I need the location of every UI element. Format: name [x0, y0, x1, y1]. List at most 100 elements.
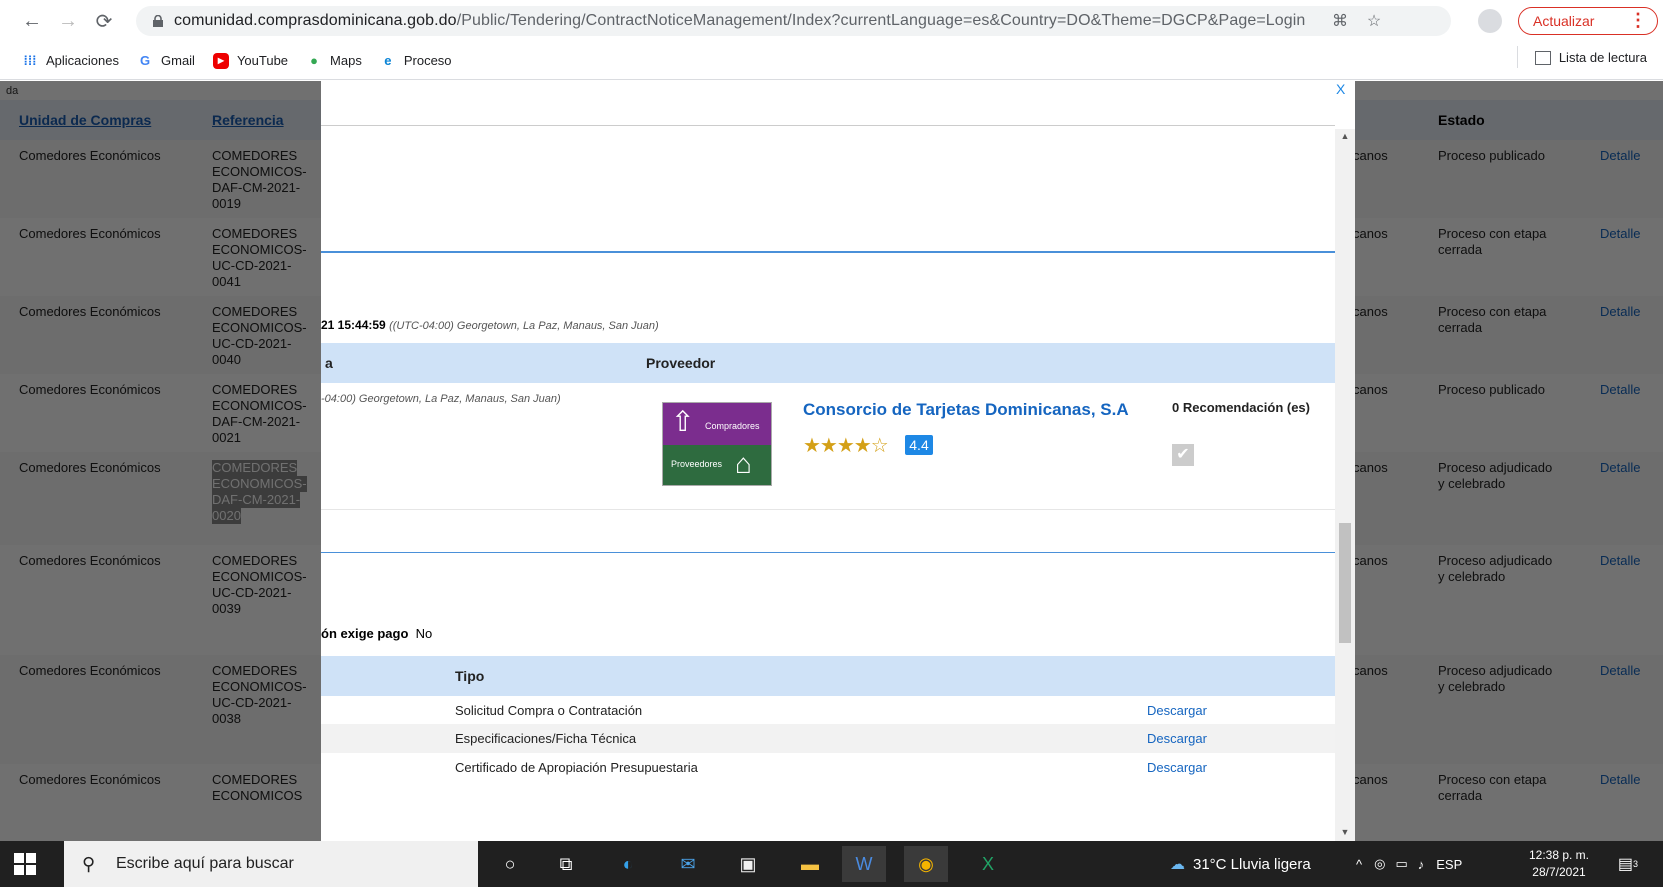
recommendations-count: 0 Recomendación (es) [1172, 400, 1310, 415]
estado-cell: Proceso con etapa cerrada [1438, 304, 1547, 335]
address-bar[interactable]: comunidad.comprasdominicana.gob.do/Publi… [136, 6, 1451, 36]
estado-cell: Proceso adjudicado y celebrado [1438, 460, 1553, 491]
unidad-cell: Comedores Económicos [19, 148, 161, 163]
supplier-band: a Proveedor [321, 343, 1335, 383]
cortana-icon[interactable]: ○ [488, 846, 532, 882]
meet-icon[interactable]: ◎ [1374, 856, 1385, 872]
google-icon: G [139, 53, 151, 68]
edge-icon[interactable]: ◐ [606, 846, 650, 882]
divider [321, 552, 1335, 553]
document-type: Solicitud Compra o Contratación [455, 703, 643, 718]
language-indicator[interactable]: ESP [1436, 857, 1462, 872]
windows-taskbar: ⚲ Escribe aquí para buscar ○ ⧉ ◐ ✉ ▣ ▬ W … [0, 841, 1663, 887]
cloud-icon: ☁ [1170, 856, 1185, 873]
back-icon[interactable]: ← [18, 7, 46, 35]
supplier-name-link[interactable]: Consorcio de Tarjetas Dominicanas, S.A [803, 400, 1129, 420]
unidad-cell: Comedores Económicos [19, 460, 161, 475]
bookmark-youtube[interactable]: ▶ YouTube [212, 52, 288, 69]
spacer [321, 509, 1335, 552]
volume-icon[interactable]: ♪ [1418, 857, 1425, 872]
weather-widget[interactable]: ☁ 31°C Lluvia ligera [1170, 841, 1311, 887]
url-text: comunidad.comprasdominicana.gob.do/Publi… [174, 12, 1306, 29]
partial-label: da [6, 85, 19, 97]
notifications-icon[interactable]: ▤ 3 [1606, 846, 1650, 882]
bookmark-apps[interactable]: ⁞⁞⁞ Aplicaciones [22, 53, 120, 69]
referencia-cell: COMEDORES ECONOMICOS- DAF-CM-2021- 0019 [212, 148, 307, 211]
taskbar-search-input[interactable]: ⚲ Escribe aquí para buscar [64, 841, 478, 887]
buyer-arrow-icon: ⇧ [671, 406, 695, 437]
detalle-link[interactable]: Detalle [1600, 148, 1640, 164]
chevron-up-icon[interactable]: ^ [1356, 857, 1362, 872]
edge-icon: e [384, 53, 392, 68]
divider [321, 251, 1335, 253]
browser-toolbar: ← → ⟳ comunidad.comprasdominicana.gob.do… [0, 0, 1663, 42]
store-icon[interactable]: ▣ [726, 846, 770, 882]
download-link[interactable]: Descargar [1147, 703, 1207, 718]
recommend-checkbox[interactable]: ✔ [1172, 444, 1194, 466]
referencia-cell: COMEDORES ECONOMICOS- DAF-CM-2021- 0021 [212, 382, 307, 445]
estado-cell: Proceso con etapa cerrada [1438, 772, 1547, 803]
bookmark-maps[interactable]: ● Maps [306, 53, 362, 69]
forward-icon[interactable]: → [54, 7, 82, 35]
word-icon[interactable]: W [842, 846, 886, 882]
unidad-cell: Comedores Económicos [19, 226, 161, 241]
bookmark-star-icon[interactable]: ☆ [1364, 11, 1384, 31]
scroll-down-icon[interactable]: ▼ [1340, 827, 1350, 837]
system-tray: ^ ◎ ▭ ♪ ESP [1356, 841, 1462, 887]
publication-date: 21 15:44:59 ((UTC-04:00) Georgetown, La … [321, 318, 659, 332]
estado-cell: Proceso con etapa cerrada [1438, 226, 1547, 257]
windows-start-icon[interactable] [14, 853, 36, 875]
download-link[interactable]: Descargar [1147, 760, 1207, 775]
mail-icon[interactable]: ✉ [666, 846, 710, 882]
document-row: Especificaciones/Ficha Técnica Descargar [321, 724, 1335, 753]
close-modal-button[interactable]: X [1336, 81, 1350, 97]
detalle-link[interactable]: Detalle [1600, 382, 1640, 398]
apps-grid-icon: ⁞⁞⁞ [23, 53, 37, 68]
tipo-header: Tipo [455, 668, 485, 684]
translate-icon[interactable]: ⌘ [1330, 11, 1350, 31]
scroll-up-icon[interactable]: ▲ [1340, 131, 1350, 141]
task-view-icon[interactable]: ⧉ [544, 846, 588, 882]
lock-icon [153, 15, 163, 27]
reading-list[interactable]: Lista de lectura [1516, 46, 1647, 68]
detalle-link[interactable]: Detalle [1600, 772, 1640, 788]
documents-header: Tipo [321, 656, 1335, 696]
detalle-link[interactable]: Detalle [1600, 226, 1640, 242]
referencia-cell: COMEDORES ECONOMICOS- UC-CD-2021- 0040 [212, 304, 307, 367]
referencia-cell: COMEDORES ECONOMICOS- DAF-CM-2021- 0020 [212, 460, 307, 524]
detalle-link[interactable]: Detalle [1600, 663, 1640, 679]
unidad-cell: Comedores Económicos [19, 553, 161, 568]
col-referencia[interactable]: Referencia [212, 112, 284, 128]
row-timezone: -04:00) Georgetown, La Paz, Manaus, San … [321, 393, 561, 405]
unidad-cell: Comedores Económicos [19, 772, 161, 787]
unidad-cell: Comedores Económicos [19, 382, 161, 397]
download-link[interactable]: Descargar [1147, 731, 1207, 746]
reading-list-icon [1534, 50, 1551, 65]
document-type: Certificado de Apropiación Presupuestari… [455, 760, 698, 775]
clock[interactable]: 12:38 p. m. 28/7/2021 [1519, 847, 1599, 881]
document-type: Especificaciones/Ficha Técnica [455, 731, 637, 746]
bookmark-proceso[interactable]: e Proceso [380, 53, 451, 69]
youtube-icon: ▶ [212, 52, 229, 69]
excel-icon[interactable]: X [966, 846, 1010, 882]
file-explorer-icon[interactable]: ▬ [788, 846, 832, 882]
modal-scrollbar[interactable]: ▲ ▼ [1335, 129, 1355, 841]
col-unidad-compras[interactable]: Unidad de Compras [19, 112, 151, 128]
menu-dots-icon[interactable]: ⋮ [1629, 10, 1647, 31]
reload-icon[interactable]: ⟳ [90, 7, 118, 35]
network-icon[interactable]: ▭ [1395, 856, 1407, 872]
scroll-thumb[interactable] [1339, 523, 1351, 643]
chrome-icon[interactable]: ◉ [904, 846, 948, 882]
referencia-cell: COMEDORES ECONOMICOS- UC-CD-2021- 0039 [212, 553, 307, 616]
update-button[interactable]: Actualizar ⋮ [1518, 7, 1658, 35]
bookmark-gmail[interactable]: G Gmail [137, 53, 195, 69]
pago-row: ón exige pago No [321, 626, 433, 641]
rating-stars-icon: ★★★★☆ [803, 435, 889, 457]
estado-cell: Proceso adjudicado y celebrado [1438, 663, 1553, 694]
bookmarks-bar: ⁞⁞⁞ Aplicaciones G Gmail ▶ YouTube ● Maps eP… [0, 42, 1663, 80]
detalle-link[interactable]: Detalle [1600, 460, 1640, 476]
detalle-link[interactable]: Detalle [1600, 553, 1640, 569]
detalle-link[interactable]: Detalle [1600, 304, 1640, 320]
referencia-cell: COMEDORES ECONOMICOS- UC-CD-2021- 0041 [212, 226, 307, 289]
profile-avatar[interactable] [1478, 9, 1502, 33]
